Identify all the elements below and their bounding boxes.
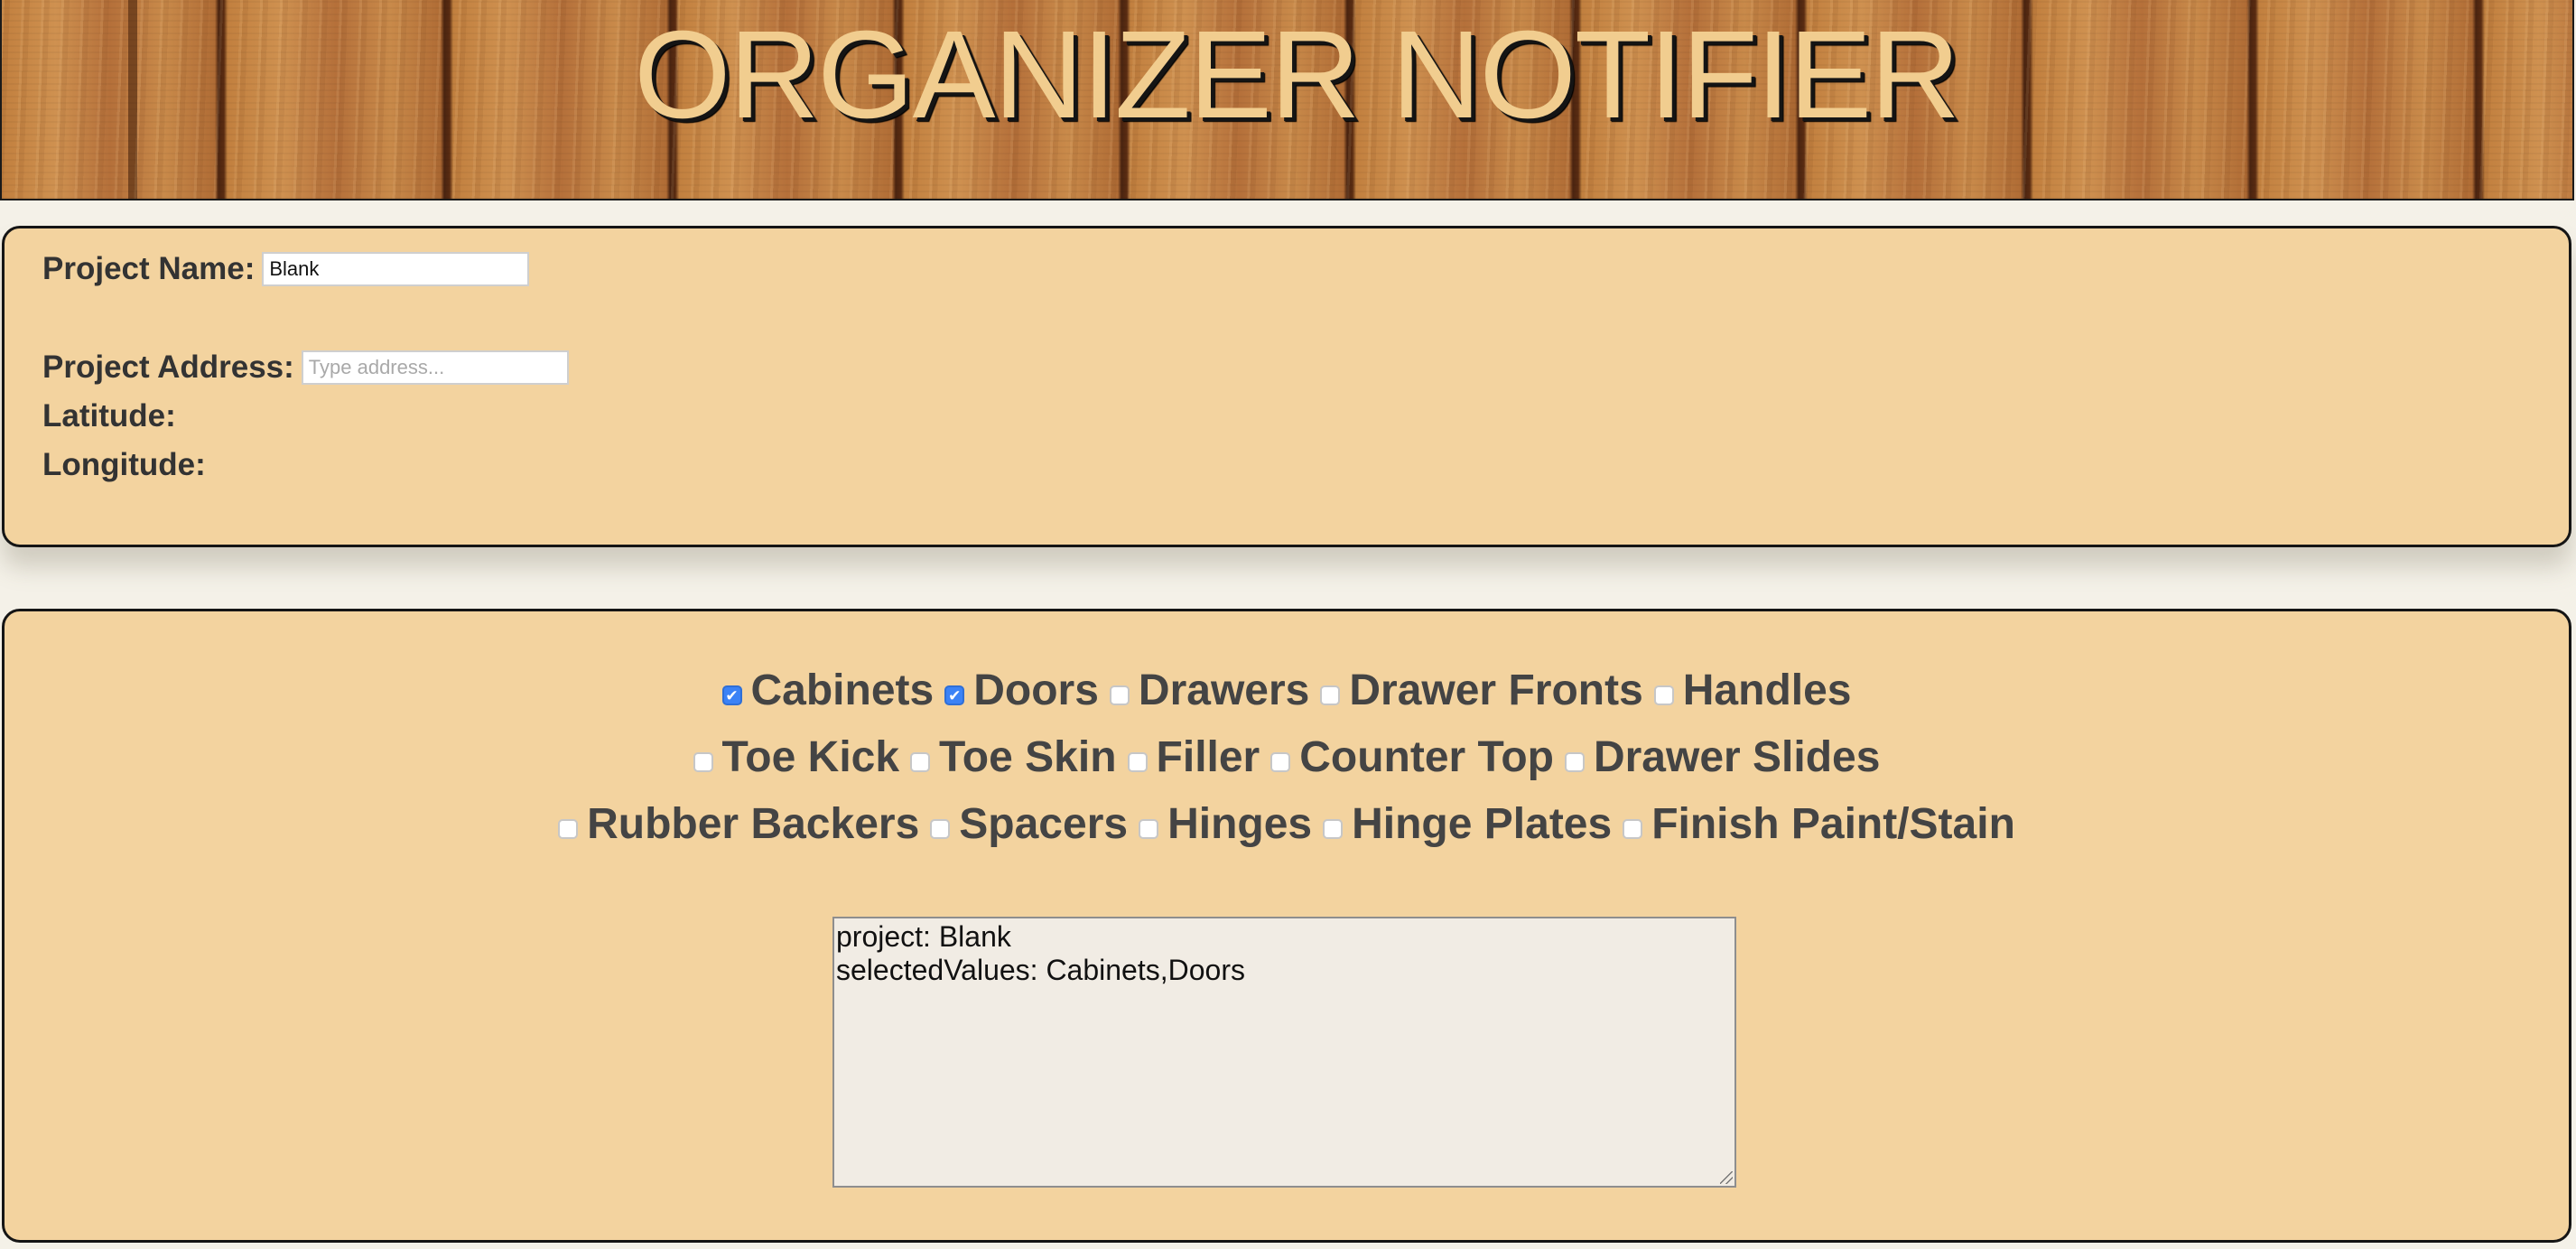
checkbox-option-hinges[interactable]: Hinges xyxy=(1139,799,1312,849)
project-address-label: Project Address: xyxy=(42,350,294,385)
checkbox-row: Rubber Backers Spacers Hinges Hinge Plates F… xyxy=(5,790,2569,857)
project-name-label: Project Name: xyxy=(42,251,256,286)
checkbox-hinge-plates[interactable] xyxy=(1323,819,1344,839)
project-details-panel: Project Name: Project Address: Latitude:… xyxy=(2,226,2571,547)
options-panel: ✔ Cabinets ✔ Doors Drawers Drawer Fronts Handl… xyxy=(2,609,2571,1243)
checkbox-option-drawer-fronts[interactable]: Drawer Fronts xyxy=(1320,666,1643,715)
page-title: ORGANIZER NOTIFIER xyxy=(634,5,1960,144)
checkbox-label: Toe Kick xyxy=(721,732,900,781)
resize-handle-icon[interactable] xyxy=(1720,1171,1733,1184)
checkbox-label: Drawer Fronts xyxy=(1349,666,1643,714)
checkbox-row: ✔ Cabinets ✔ Doors Drawers Drawer Fronts Handl… xyxy=(5,657,2569,723)
checkbox-option-filler[interactable]: Filler xyxy=(1127,732,1260,782)
checkbox-label: Drawer Slides xyxy=(1593,732,1881,781)
checkbox-toe-skin[interactable] xyxy=(910,752,931,772)
checkbox-label: Cabinets xyxy=(750,666,935,714)
checkbox-rubber-backers[interactable] xyxy=(558,819,579,839)
checkbox-drawers[interactable] xyxy=(1109,685,1130,705)
checkbox-counter-top[interactable] xyxy=(1270,752,1291,772)
checkbox-group: ✔ Cabinets ✔ Doors Drawers Drawer Fronts Handl… xyxy=(5,657,2569,857)
output-line-project: project: Blank xyxy=(836,920,1011,953)
checkbox-option-cabinets[interactable]: ✔ Cabinets xyxy=(721,666,935,715)
checkbox-drawer-slides[interactable] xyxy=(1564,752,1585,772)
latitude-row: Latitude: xyxy=(42,398,176,434)
project-address-input[interactable] xyxy=(301,350,569,385)
latitude-label: Latitude: xyxy=(42,398,176,433)
checkbox-label: Doors xyxy=(973,666,1099,714)
checkbox-option-handles[interactable]: Handles xyxy=(1653,666,1852,715)
checkmark-icon: ✔ xyxy=(725,686,739,704)
longitude-row: Longitude: xyxy=(42,447,206,483)
header-banner: ORGANIZER NOTIFIER xyxy=(0,0,2574,200)
checkbox-option-finish-paint-stain[interactable]: Finish Paint/Stain xyxy=(1623,799,2015,849)
checkbox-spacers[interactable] xyxy=(930,819,951,839)
checkbox-option-toe-kick[interactable]: Toe Kick xyxy=(693,732,900,782)
checkbox-cabinets[interactable]: ✔ xyxy=(721,685,742,705)
longitude-label: Longitude: xyxy=(42,447,206,482)
checkbox-option-spacers[interactable]: Spacers xyxy=(930,799,1128,849)
checkbox-label: Counter Top xyxy=(1299,732,1554,781)
checkmark-icon: ✔ xyxy=(948,686,962,704)
checkbox-label: Hinges xyxy=(1167,799,1313,848)
output-textarea[interactable]: project: Blank selectedValues: Cabinets,… xyxy=(832,917,1736,1188)
checkbox-row: Toe Kick Toe Skin Filler Counter Top Drawer … xyxy=(5,723,2569,790)
checkbox-option-drawers[interactable]: Drawers xyxy=(1109,666,1310,715)
checkbox-doors[interactable]: ✔ xyxy=(944,685,965,705)
checkbox-option-hinge-plates[interactable]: Hinge Plates xyxy=(1323,799,1612,849)
project-name-row: Project Name: xyxy=(42,251,530,287)
checkbox-option-drawer-slides[interactable]: Drawer Slides xyxy=(1564,732,1881,782)
checkbox-drawer-fronts[interactable] xyxy=(1320,685,1341,705)
checkbox-label: Toe Skin xyxy=(939,732,1117,781)
checkbox-label: Spacers xyxy=(959,799,1129,848)
project-address-row: Project Address: xyxy=(42,350,569,386)
project-name-input[interactable] xyxy=(262,252,530,286)
checkbox-option-toe-skin[interactable]: Toe Skin xyxy=(910,732,1117,782)
checkbox-finish-paint-stain[interactable] xyxy=(1623,819,1643,839)
checkbox-option-doors[interactable]: ✔ Doors xyxy=(944,666,1099,715)
checkbox-label: Hinge Plates xyxy=(1352,799,1613,848)
checkbox-option-rubber-backers[interactable]: Rubber Backers xyxy=(558,799,919,849)
checkbox-hinges[interactable] xyxy=(1139,819,1159,839)
checkbox-label: Filler xyxy=(1156,732,1260,781)
checkbox-label: Handles xyxy=(1682,666,1852,714)
checkbox-label: Rubber Backers xyxy=(587,799,920,848)
output-line-selected-values: selectedValues: Cabinets,Doors xyxy=(836,954,1245,986)
checkbox-option-counter-top[interactable]: Counter Top xyxy=(1270,732,1554,782)
checkbox-filler[interactable] xyxy=(1127,752,1148,772)
checkbox-label: Drawers xyxy=(1138,666,1310,714)
checkbox-toe-kick[interactable] xyxy=(693,752,713,772)
checkbox-label: Finish Paint/Stain xyxy=(1651,799,2015,848)
checkbox-handles[interactable] xyxy=(1653,685,1674,705)
